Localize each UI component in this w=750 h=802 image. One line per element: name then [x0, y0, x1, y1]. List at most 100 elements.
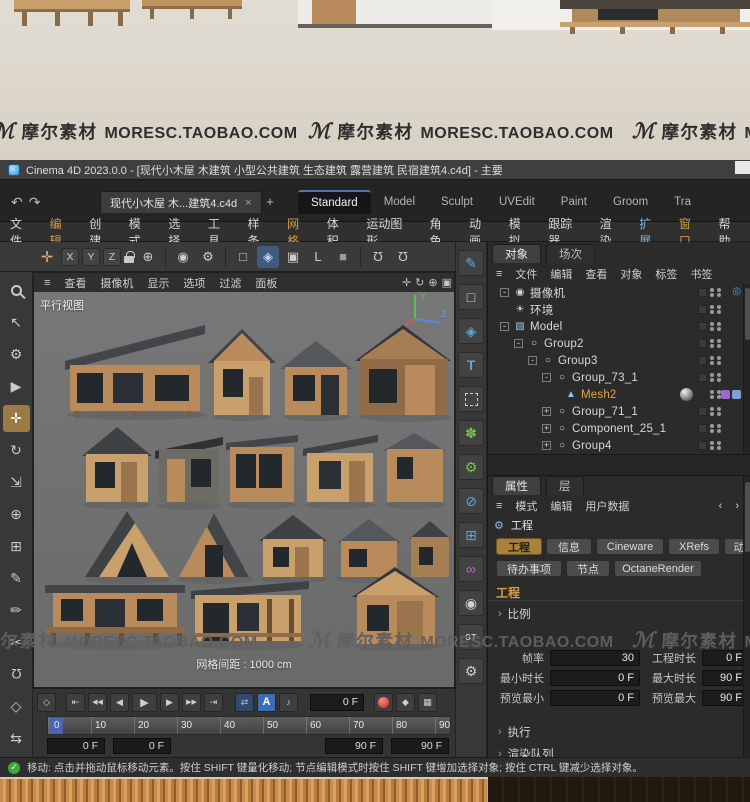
move-tool-button[interactable]: ✛: [2, 405, 30, 432]
tree-row-group4[interactable]: + ○ Group4: [488, 437, 743, 454]
render-settings-icon[interactable]: ⚙: [197, 246, 219, 268]
om-menu-view[interactable]: 查看: [579, 266, 613, 282]
scrollbar-thumb[interactable]: [745, 482, 750, 552]
visibility-dots[interactable]: [717, 288, 721, 292]
circle-spline-icon[interactable]: ⊘: [458, 488, 484, 514]
visibility-dots[interactable]: [717, 407, 721, 411]
record-key-icon[interactable]: ◆: [396, 692, 415, 712]
panel-splitter[interactable]: [488, 454, 750, 476]
axis-y-lock-button[interactable]: Y: [82, 247, 100, 266]
preview-min-field[interactable]: 0 F: [550, 690, 640, 706]
expand-toggle[interactable]: -: [500, 322, 509, 331]
live-selection-icon[interactable]: ↖: [3, 309, 30, 336]
tree-row-group-71-1[interactable]: + ○ Group_71_1: [488, 403, 743, 420]
object-tree-scrollbar[interactable]: [743, 284, 750, 454]
motext-icon[interactable]: T: [458, 352, 484, 378]
axis-x-lock-button[interactable]: X: [61, 247, 79, 266]
history-back-icon[interactable]: ‹: [713, 500, 729, 512]
quantize-magnet-icon[interactable]: Ω: [392, 246, 414, 268]
exec-section-label[interactable]: 执行: [508, 724, 531, 740]
expand-toggle[interactable]: +: [542, 441, 551, 450]
enable-checkbox[interactable]: [698, 407, 707, 416]
viewport-menu-panel[interactable]: 面板: [249, 275, 283, 291]
expand-toggle[interactable]: +: [542, 407, 551, 416]
expand-toggle[interactable]: -: [500, 288, 509, 297]
prev-frame-button[interactable]: ◀: [110, 692, 129, 712]
om-menu-object[interactable]: 对象: [614, 266, 648, 282]
texture-mode-icon[interactable]: ▣: [282, 246, 304, 268]
tab-attributes[interactable]: 属性: [492, 476, 541, 495]
goto-end-button[interactable]: ⇥: [204, 692, 223, 712]
record-button[interactable]: [374, 692, 393, 712]
layout-tab-paint[interactable]: Paint: [548, 190, 600, 214]
scrollbar-thumb[interactable]: [745, 288, 750, 340]
tree-item-label[interactable]: Group2: [544, 338, 584, 350]
knot-object-icon[interactable]: ∞: [458, 556, 484, 582]
enable-checkbox[interactable]: [698, 305, 707, 314]
settings-gear-icon[interactable]: ⚙: [458, 658, 484, 684]
visibility-dots[interactable]: [717, 424, 721, 428]
current-frame-field[interactable]: 0 F: [310, 693, 364, 711]
tree-item-label-selected[interactable]: Mesh2: [581, 389, 617, 401]
enable-checkbox[interactable]: [698, 288, 707, 297]
visibility-dots[interactable]: [717, 441, 721, 445]
om-menu-edit[interactable]: 编辑: [544, 266, 578, 282]
visibility-dots[interactable]: [717, 339, 721, 343]
coordinate-system-icon[interactable]: ⊕: [137, 246, 159, 268]
tab-layers[interactable]: 层: [546, 476, 584, 495]
tree-row-environment[interactable]: ☀ 环境: [488, 301, 743, 318]
keyframe-grid-icon[interactable]: ▦: [418, 692, 437, 712]
tree-row-group2[interactable]: - ○ Group2: [488, 335, 743, 352]
layout-tab-standard[interactable]: Standard: [298, 190, 371, 214]
cube-primitive-icon[interactable]: ◈: [458, 318, 484, 344]
hamburger-icon[interactable]: ≡: [490, 500, 508, 512]
loop-toggle-button[interactable]: ⇄: [235, 692, 254, 712]
spline-pen-icon[interactable]: ✎: [458, 250, 484, 276]
volume-builder-icon[interactable]: ✽: [458, 420, 484, 446]
expand-toggle[interactable]: -: [528, 356, 537, 365]
object-mode-icon[interactable]: ◈: [257, 245, 279, 268]
swap-tool-icon[interactable]: ⇆: [3, 725, 30, 752]
tree-item-label[interactable]: Group_73_1: [572, 372, 638, 384]
min-time-field[interactable]: 0 F: [550, 670, 640, 686]
tool-settings-icon[interactable]: ⚙: [3, 341, 30, 368]
play-button[interactable]: ▶: [132, 692, 157, 712]
rectangle-spline-icon[interactable]: □: [458, 284, 484, 310]
visibility-dots[interactable]: [717, 322, 721, 326]
filled-square-icon[interactable]: ■: [332, 246, 354, 268]
attr-tab-nodes[interactable]: 节点: [566, 560, 610, 577]
new-tab-button[interactable]: +: [262, 194, 278, 210]
magnet-tool-icon[interactable]: Ω: [3, 661, 30, 688]
attr-tab-info[interactable]: 信息: [546, 538, 592, 555]
move-tool-icon[interactable]: ✛: [36, 246, 58, 268]
workplane-icon[interactable]: L: [307, 246, 329, 268]
hamburger-icon[interactable]: ≡: [38, 277, 56, 289]
layout-tab-tra[interactable]: Tra: [661, 190, 704, 214]
attr-tab-xrefs[interactable]: XRefs: [668, 538, 720, 555]
scale-tool-icon[interactable]: ⇲: [3, 469, 30, 496]
window-controls[interactable]: [735, 161, 750, 174]
search-icon[interactable]: [3, 277, 30, 304]
volume-mesher-icon[interactable]: ⚙: [458, 454, 484, 480]
zoom-icon[interactable]: ⊕: [428, 276, 437, 289]
grid-snap-icon[interactable]: ⊞: [3, 533, 30, 560]
phong-tag-icon[interactable]: [721, 390, 730, 399]
viewport-menu-display[interactable]: 显示: [141, 275, 175, 291]
model-mode-icon[interactable]: □: [232, 246, 254, 268]
extrude-icon[interactable]: ⊞: [458, 522, 484, 548]
snap-magnet-icon[interactable]: Ω: [367, 246, 389, 268]
viewport-menu-view[interactable]: 查看: [58, 275, 92, 291]
viewport-menu-camera[interactable]: 摄像机: [94, 275, 139, 291]
enable-checkbox[interactable]: [698, 339, 707, 348]
enable-checkbox[interactable]: [698, 373, 707, 382]
redo-icon[interactable]: ↷: [26, 194, 44, 211]
preview-max-field[interactable]: 90 F: [702, 690, 748, 706]
pan-icon[interactable]: ✛: [402, 276, 411, 289]
enable-checkbox[interactable]: [698, 322, 707, 331]
attr-tab-cineware[interactable]: Cineware: [596, 538, 664, 555]
render-view-icon[interactable]: ◉: [172, 246, 194, 268]
tree-item-label[interactable]: 环境: [530, 302, 553, 318]
orbit-icon[interactable]: ↻: [415, 276, 424, 289]
range-end-field[interactable]: 90 F: [391, 738, 449, 754]
tree-row-component-25-1[interactable]: + ○ Component_25_1: [488, 420, 743, 437]
